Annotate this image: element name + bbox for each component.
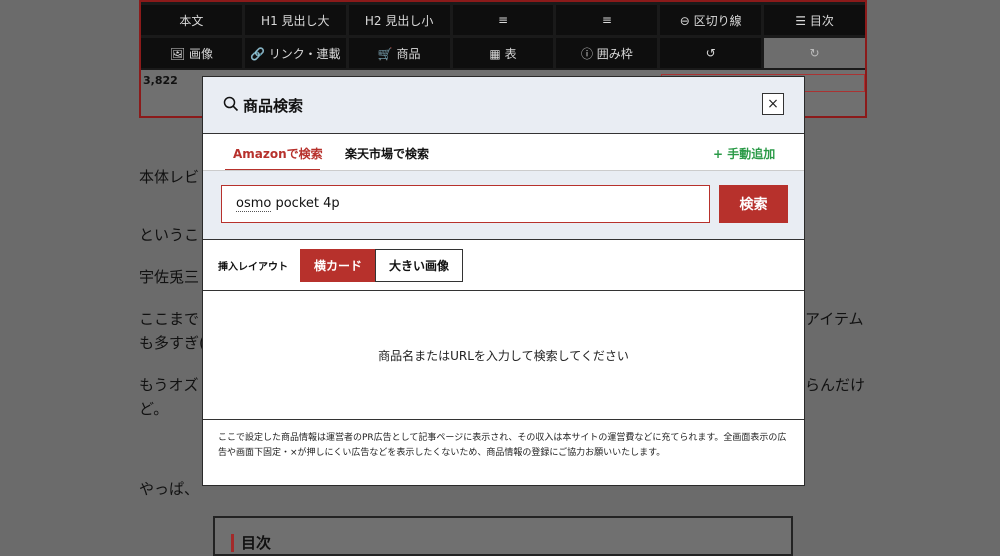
- product-search-modal: 商品検索 × Amazonで検索 楽天市場で検索 + 手動追加 osmo poc…: [202, 76, 805, 486]
- editor-page: 本文 H1 見出し大 H2 見出し小 ≡ ≡ ⊖ 区切り線 ☰ 目次 🖼 画像 …: [0, 0, 1000, 556]
- pr-disclaimer: ここで設定した商品情報は運営者のPR広告として記事ページに表示され、その収入は本…: [203, 419, 804, 485]
- layout-large-image-option[interactable]: 大きい画像: [375, 249, 463, 282]
- toolbar-row-2: 🖼 画像 🔗 リンク・連載 🛒 商品 ▦ 表 ⓘ 囲み枠 ↺ ↻: [141, 38, 866, 68]
- tab-rakuten[interactable]: 楽天市場で検索: [345, 145, 429, 162]
- search-icon: [223, 96, 239, 112]
- article-line: 宇佐兎三: [139, 268, 200, 286]
- layout-label: 挿入レイアウト: [218, 262, 288, 273]
- toolbar-box-button[interactable]: ⓘ 囲み枠: [556, 38, 658, 68]
- search-button[interactable]: 検索: [719, 185, 788, 223]
- article-line: 本体レビ: [139, 168, 200, 186]
- article-line: やっぱ、: [139, 480, 200, 498]
- toolbar-divider-button[interactable]: ⊖ 区切り線: [660, 5, 762, 35]
- toolbar-product-button[interactable]: 🛒 商品: [348, 38, 450, 68]
- layout-selector: 挿入レイアウト 横カード 大きい画像: [203, 239, 804, 291]
- article-line: ここまで: [139, 310, 200, 328]
- toolbar-h2-button[interactable]: H2 見出し小: [348, 5, 450, 35]
- toc-accent: [231, 534, 234, 552]
- layout-card-option[interactable]: 横カード: [300, 249, 376, 282]
- empty-state-message: 商品名またはURLを入力して検索してください: [378, 348, 629, 363]
- search-input[interactable]: osmo pocket 4p: [221, 185, 710, 223]
- modal-tabs: Amazonで検索 楽天市場で検索 + 手動追加: [203, 134, 804, 171]
- toc-title: 目次: [241, 534, 272, 552]
- article-line: らんだけ: [805, 376, 866, 394]
- article-line: も多すぎ(: [139, 334, 205, 352]
- toolbar-numbered-list-button[interactable]: ≡: [556, 5, 658, 35]
- search-input-value-spellcheck: osmo: [236, 196, 272, 212]
- modal-title: 商品検索: [243, 97, 304, 115]
- toolbar-h1-button[interactable]: H1 見出し大: [244, 5, 346, 35]
- close-icon[interactable]: ×: [762, 93, 784, 115]
- toolbar-bullet-list-button[interactable]: ≡: [452, 5, 554, 35]
- toolbar-table-button[interactable]: ▦ 表: [452, 38, 554, 68]
- toolbar-undo-button[interactable]: ↺: [660, 38, 762, 68]
- toolbar-redo-button[interactable]: ↻: [764, 38, 866, 68]
- search-results-empty: 商品名またはURLを入力して検索してください: [203, 291, 804, 419]
- manual-add-button[interactable]: + 手動追加: [713, 145, 775, 162]
- toolbar-image-button[interactable]: 🖼 画像: [141, 38, 242, 68]
- article-line: アイテム: [805, 310, 864, 328]
- toolbar-body-button[interactable]: 本文: [141, 5, 242, 35]
- tab-amazon[interactable]: Amazonで検索: [233, 145, 323, 162]
- search-input-value: pocket 4p: [271, 196, 340, 211]
- search-row: osmo pocket 4p 検索: [203, 170, 804, 240]
- toolbar-link-button[interactable]: 🔗 リンク・連載: [244, 38, 346, 68]
- toolbar-row-1: 本文 H1 見出し大 H2 見出し小 ≡ ≡ ⊖ 区切り線 ☰ 目次: [141, 5, 866, 35]
- toolbar-toc-button[interactable]: ☰ 目次: [764, 5, 866, 35]
- article-line: というこ: [139, 226, 200, 244]
- modal-header: 商品検索 ×: [203, 77, 804, 134]
- article-line: もうオズ: [139, 376, 199, 394]
- toc-block: 目次: [213, 516, 793, 556]
- char-count: 3,822: [143, 74, 178, 87]
- article-line: ど。: [139, 400, 169, 418]
